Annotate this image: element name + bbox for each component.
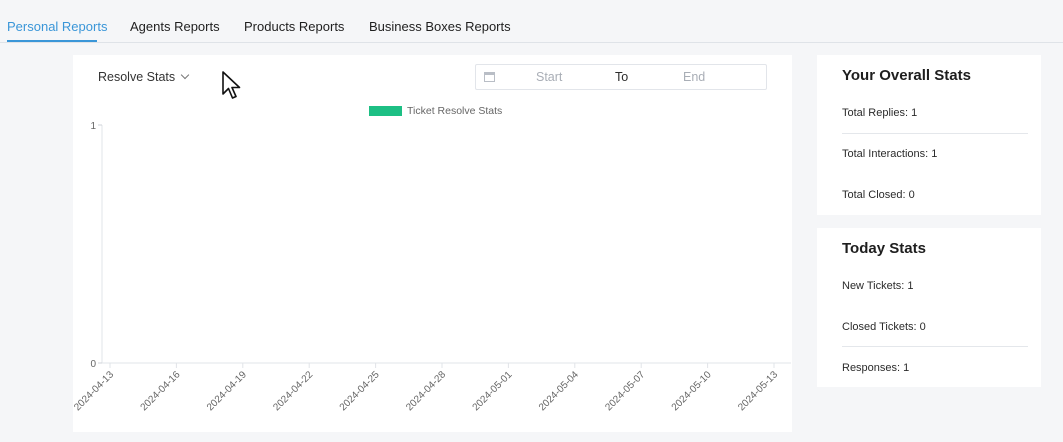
chevron-down-icon — [180, 70, 190, 80]
x-tick-label: 2024-04-16 — [139, 369, 183, 413]
date-end-input[interactable]: End — [683, 70, 705, 84]
stat-value: 1 — [911, 107, 918, 119]
stat-value: 1 — [907, 280, 914, 292]
date-range-separator: To — [615, 70, 629, 84]
stat-value: 0 — [919, 321, 926, 333]
tab-personal-reports[interactable]: Personal Reports — [7, 19, 107, 34]
stat-label: New Tickets: — [842, 280, 905, 292]
stat-label: Closed Tickets: — [842, 321, 917, 333]
calendar-icon — [484, 72, 495, 82]
x-tick-label: 2024-04-22 — [271, 369, 315, 413]
legend-label: Ticket Resolve Stats — [407, 105, 502, 117]
x-tick-label: 2024-05-07 — [603, 369, 647, 413]
x-tick-label: 2024-05-13 — [736, 369, 780, 413]
stat-label: Total Interactions: — [842, 148, 929, 160]
overall-stats-title: Your Overall Stats — [842, 67, 971, 84]
report-tabs: Personal Reports Agents Reports Products… — [0, 0, 1063, 43]
stat-label: Responses: — [842, 362, 901, 374]
y-tick-label: 0 — [90, 359, 96, 370]
stat-total-closed: Total Closed: 0 — [842, 189, 915, 201]
stat-label: Total Closed: — [842, 189, 906, 201]
stat-closed-tickets: Closed Tickets: 0 — [842, 321, 926, 333]
x-tick-label: 2024-04-25 — [338, 369, 382, 413]
stats-type-dropdown[interactable]: Resolve Stats — [98, 70, 190, 84]
x-tick-label: 2024-04-19 — [205, 369, 249, 413]
resolve-stats-chart: Ticket Resolve Stats 0 1 2024-04-13 2024-04-… — [73, 105, 791, 413]
stat-label: Total Replies: — [842, 107, 909, 119]
stats-type-dropdown-label: Resolve Stats — [98, 70, 176, 84]
stat-divider — [842, 346, 1028, 347]
x-tick-label: 2024-05-10 — [670, 369, 714, 413]
stat-new-tickets: New Tickets: 1 — [842, 280, 914, 292]
x-tick-label: 2024-05-04 — [537, 369, 581, 413]
stat-total-interactions: Total Interactions: 1 — [842, 148, 937, 160]
date-start-input[interactable]: Start — [536, 70, 562, 84]
date-range-picker[interactable]: Start To End — [475, 64, 767, 90]
active-tab-indicator — [7, 40, 97, 42]
today-stats-card: Today Stats New Tickets: 1 Closed Ticket… — [817, 228, 1041, 387]
x-tick-label: 2024-04-28 — [404, 369, 448, 413]
stat-total-replies: Total Replies: 1 — [842, 107, 917, 119]
stat-value: 1 — [903, 362, 910, 374]
tab-agents-reports[interactable]: Agents Reports — [130, 19, 220, 34]
stat-divider — [842, 133, 1028, 134]
overall-stats-card: Your Overall Stats Total Replies: 1 Tota… — [817, 55, 1041, 215]
resolve-stats-chart-card: Ticket Resolve Stats 0 1 2024-04-13 2024-04-… — [73, 55, 792, 432]
legend-swatch — [369, 106, 402, 116]
stat-value: 1 — [931, 148, 938, 160]
tab-business-boxes-reports[interactable]: Business Boxes Reports — [369, 19, 511, 34]
mouse-cursor-icon — [222, 71, 241, 99]
x-tick-label: 2024-04-13 — [73, 369, 116, 413]
y-tick-label: 1 — [90, 121, 96, 132]
tab-products-reports[interactable]: Products Reports — [244, 19, 344, 34]
stat-value: 0 — [908, 189, 915, 201]
today-stats-title: Today Stats — [842, 240, 926, 257]
stat-responses: Responses: 1 — [842, 362, 909, 374]
x-tick-label: 2024-05-01 — [471, 369, 515, 413]
